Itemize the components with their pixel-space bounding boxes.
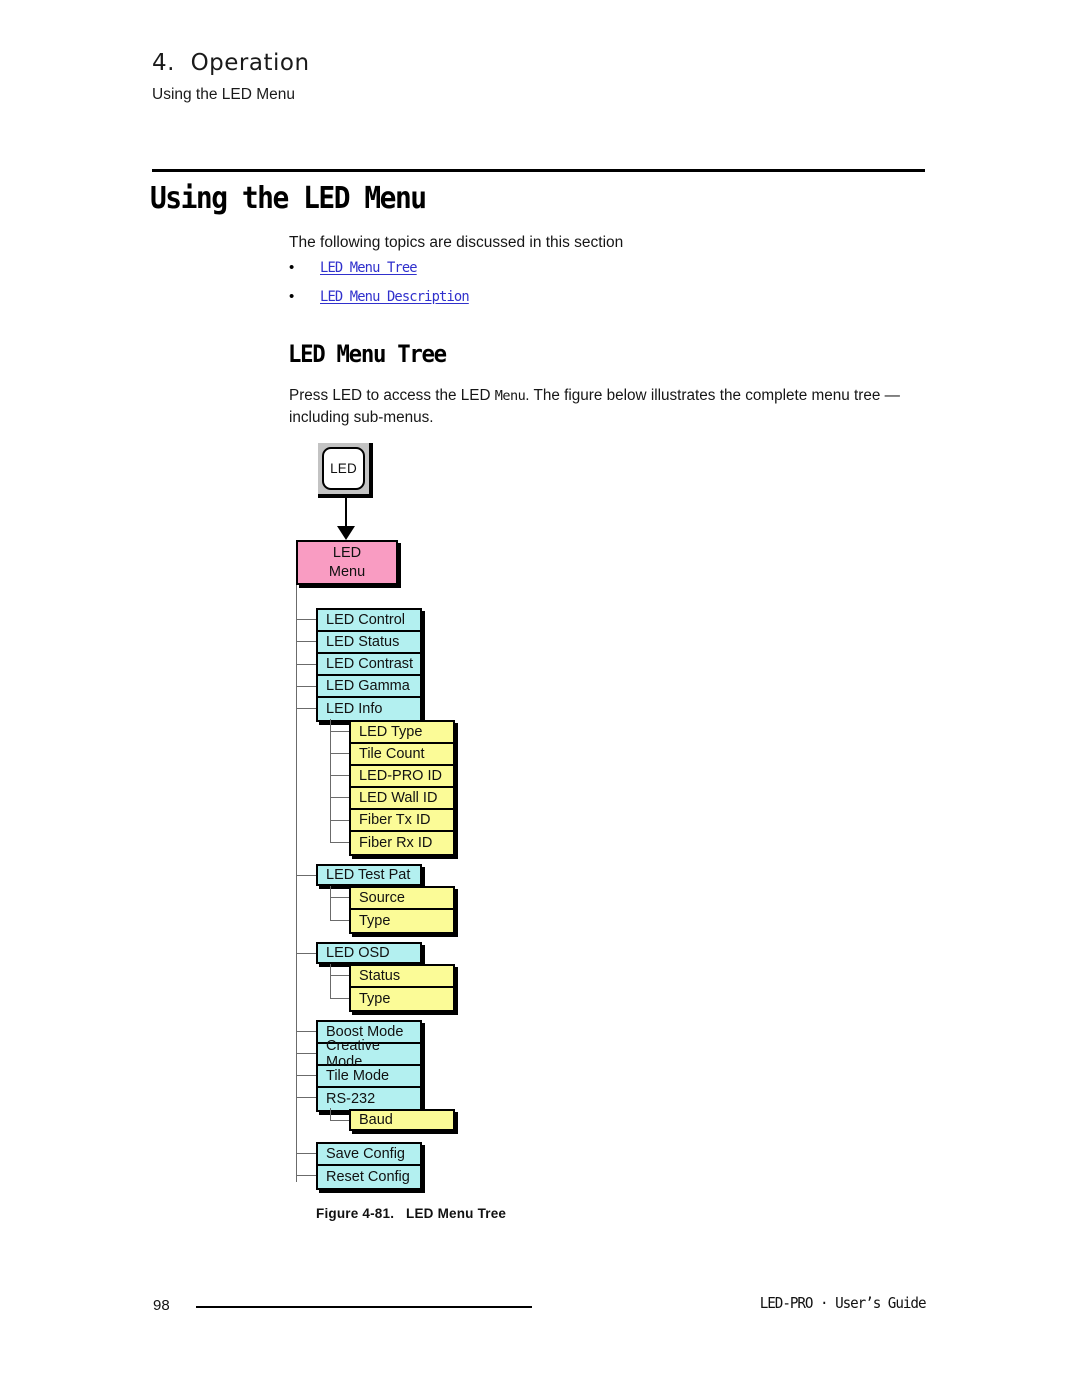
tree-stub [330,920,349,921]
paragraph-text-before: Press LED to access the LED [289,387,495,404]
tree-stub [330,797,349,798]
intro-sentence: The following topics are discussed in th… [289,234,624,251]
tree-stub [296,641,316,642]
tree-stub [296,1097,316,1098]
tree-stub [296,875,316,876]
group-main-menu-3: Save Config Reset Config [316,1142,422,1190]
list-item: • LED Menu Description [289,289,889,318]
node-led-status[interactable]: LED Status [318,632,420,654]
tree-stub [330,998,349,999]
node-fiber-rx-id[interactable]: Fiber Rx ID [351,832,453,854]
node-rs-232[interactable]: RS-232 [318,1088,420,1110]
node-label-line2: Menu [328,563,366,580]
tree-trunk-rs232 [330,1108,331,1120]
node-led-wall-id[interactable]: LED Wall ID [351,788,453,810]
node-led-gamma[interactable]: LED Gamma [318,676,420,698]
tree-stub [296,1031,316,1032]
node-osd-status[interactable]: Status [351,966,453,988]
node-test-pat-source[interactable]: Source [351,888,453,910]
keycap-label: LED [330,461,357,476]
tree-stub [330,842,349,843]
node-save-config[interactable]: Save Config [318,1144,420,1166]
tree-stub [296,708,316,709]
section-heading-led-menu-tree: LED Menu Tree [288,340,447,368]
node-led-test-pat[interactable]: LED Test Pat [316,864,422,886]
led-key-button[interactable]: LED [318,443,373,498]
tree-trunk-led-test-pat [330,886,331,920]
node-baud[interactable]: Baud [349,1109,455,1131]
tree-stub [296,1075,316,1076]
node-led-contrast[interactable]: LED Contrast [318,654,420,676]
tree-stub [330,775,349,776]
tree-stub [296,1153,316,1154]
footer-guide-title: LED-PRO · User’s Guide [759,1294,926,1312]
node-label-line1: LED [332,544,362,561]
node-tile-count[interactable]: Tile Count [351,744,453,766]
node-led-type[interactable]: LED Type [351,722,453,744]
tree-stub [330,731,349,732]
node-test-pat-type[interactable]: Type [351,910,453,932]
page-title: Using the LED Menu [150,181,427,216]
group-led-osd-submenu: Status Type [349,964,455,1012]
paragraph-mono-term: Menu [494,388,526,404]
node-reset-config[interactable]: Reset Config [318,1166,420,1188]
section-body-paragraph: Press LED to access the LED Menu. The fi… [289,385,921,428]
tree-stub [296,1053,316,1054]
tree-stub [330,975,349,976]
node-creative-mode[interactable]: Creative Mode [318,1038,420,1070]
running-header: 4. Operation Using the LED Menu [152,50,852,104]
footer-page-number: 98 [153,1297,170,1314]
tree-stub [296,953,316,954]
tree-stub [296,1175,316,1176]
tree-stub [330,897,349,898]
node-led-menu-root[interactable]: LED Menu [296,540,398,585]
node-fiber-tx-id[interactable]: Fiber Tx ID [351,810,453,832]
tree-stub [330,820,349,821]
tree-stub [330,753,349,754]
group-led-info-submenu: LED Type Tile Count LED-PRO ID LED Wall … [349,720,455,856]
node-led-info[interactable]: LED Info [318,698,420,720]
tree-stub [296,686,316,687]
node-osd-type[interactable]: Type [351,988,453,1010]
node-led-control[interactable]: LED Control [318,610,420,632]
bullet-icon: • [289,288,295,305]
tree-trunk-main [296,585,297,1182]
link-led-menu-tree[interactable]: LED Menu Tree [320,260,418,276]
keycap-face: LED [322,447,365,490]
tree-trunk-led-osd [330,964,331,998]
group-led-test-pat-submenu: Source Type [349,886,455,934]
bullet-icon: • [289,259,295,276]
flow-arrow-head-icon [337,526,355,540]
chapter-title: 4. Operation [152,50,310,76]
footer-divider-rule [196,1306,532,1308]
topic-link-list: • LED Menu Tree • LED Menu Description [289,260,889,318]
tree-stub [296,619,316,620]
tree-stub [296,664,316,665]
group-main-menu-1: LED Control LED Status LED Contrast LED … [316,608,422,722]
header-divider-rule [152,169,925,172]
group-main-menu-2: Boost Mode Creative Mode Tile Mode RS-23… [316,1020,422,1112]
tree-stub [330,1120,349,1121]
running-header-subtitle: Using the LED Menu [152,86,296,103]
link-led-menu-description[interactable]: LED Menu Description [320,289,470,305]
node-led-pro-id[interactable]: LED-PRO ID [351,766,453,788]
figure-caption: Figure 4-81. LED Menu Tree [316,1206,507,1221]
node-led-osd[interactable]: LED OSD [316,942,422,964]
list-item: • LED Menu Tree [289,260,889,289]
tree-trunk-led-info [330,719,331,842]
